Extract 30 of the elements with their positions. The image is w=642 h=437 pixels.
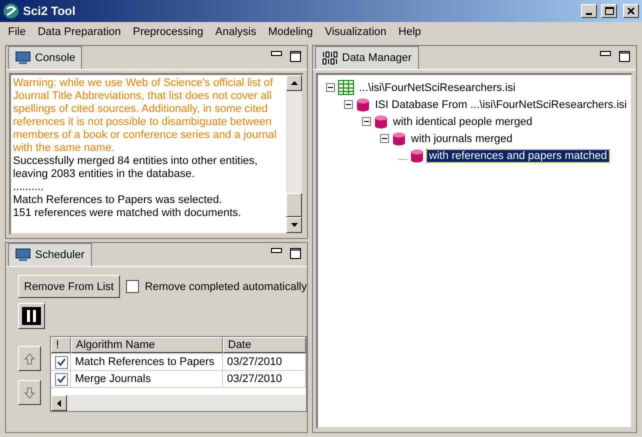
console-message: Warning: while we use Web of Science's official list of Journal Title Abbreviations, that list does not cover all spellings of cited sources. Additionally, in some cited references it is not possible to disambiguate between members of a book or conference series and a journal with the same name. bbox=[13, 77, 278, 155]
column-header[interactable]: Date bbox=[223, 337, 306, 353]
column-header[interactable]: Algorithm Name bbox=[71, 337, 223, 353]
menu-item[interactable]: Visualization bbox=[318, 26, 392, 38]
table-cell: Merge Journals bbox=[71, 371, 223, 387]
tree-item[interactable]: ISI Database From ...\isi\FourNetSciResearchers.isi bbox=[373, 98, 629, 110]
console-message: Successfully merged 84 entities into other entities, leaving 2083 entities in the database. bbox=[13, 155, 259, 181]
scheduler-tab[interactable]: Scheduler bbox=[8, 243, 92, 266]
console-tab[interactable]: Console bbox=[8, 46, 82, 69]
menu-item[interactable]: File bbox=[2, 26, 32, 38]
menu-item[interactable]: Help bbox=[392, 26, 428, 38]
window-title: Sci2 Tool bbox=[23, 4, 76, 18]
table-cell: Match References to Papers bbox=[71, 354, 223, 370]
menu-item[interactable]: Data Preparation bbox=[32, 26, 127, 38]
table-cell: 03/27/2010 bbox=[223, 371, 306, 387]
console-message: .......... bbox=[13, 181, 45, 194]
tree-item[interactable]: with journals merged bbox=[409, 132, 514, 144]
menu-item[interactable]: Analysis bbox=[209, 26, 262, 38]
console-message: 151 references were matched with documents. bbox=[13, 207, 242, 220]
data-manager-tab[interactable]: Data Manager bbox=[315, 46, 419, 69]
menu-item[interactable]: Preprocessing bbox=[126, 26, 210, 38]
table-cell: 03/27/2010 bbox=[223, 354, 306, 370]
tree-item[interactable]: with references and papers matched bbox=[427, 150, 609, 162]
column-header[interactable]: ! bbox=[51, 337, 71, 353]
checkbox-label: Remove completed automatically bbox=[144, 280, 307, 292]
tree-item[interactable]: ...\isi\FourNetSciResearchers.isi bbox=[357, 82, 518, 94]
menu-item[interactable]: Modeling bbox=[262, 26, 319, 38]
remove-from-list-button[interactable]: Remove From List bbox=[18, 275, 120, 298]
tree-item[interactable]: with identical people merged bbox=[391, 116, 534, 128]
console-message: Match References to Papers was selected. bbox=[13, 194, 224, 207]
